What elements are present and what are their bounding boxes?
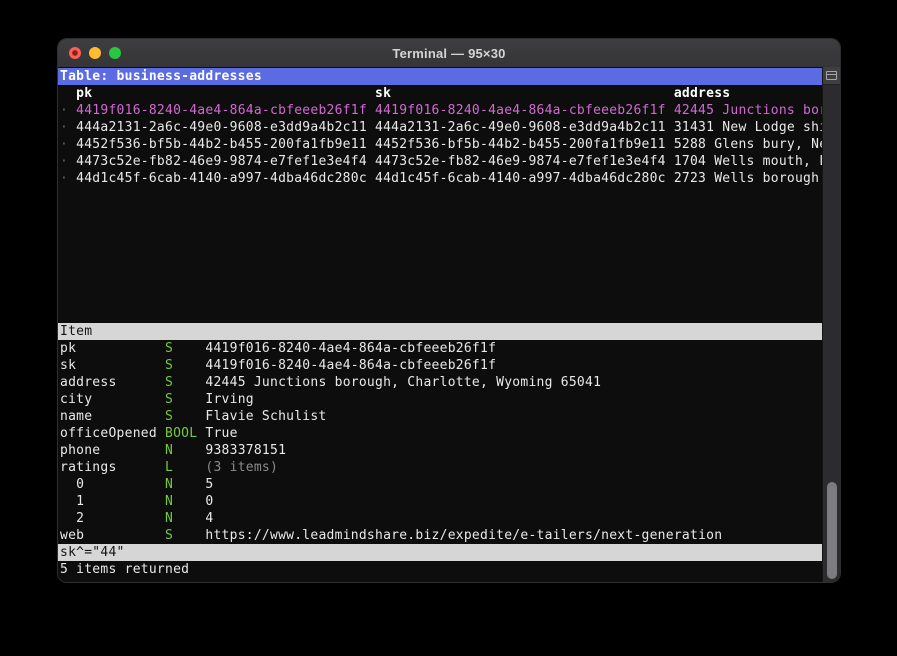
scrollbar-thumb[interactable] xyxy=(827,482,837,579)
window-titlebar[interactable]: Terminal — 95×30 xyxy=(58,39,840,68)
filter-bar[interactable]: sk^="44" xyxy=(58,544,822,561)
table-row-4[interactable]: · 44d1c45f-6cab-4140-a997-4dba46dc280c 4… xyxy=(60,170,822,187)
split-pane-icon xyxy=(826,71,837,80)
close-button[interactable] xyxy=(69,47,81,59)
item-attribute-row-sk: sk S 4419f016-8240-4ae4-864a-cbfeeeb26f1… xyxy=(60,357,822,374)
item-attribute-row-address: address S 42445 Junctions borough, Charl… xyxy=(60,374,822,391)
item-attribute-row-2: 2 N 4 xyxy=(60,510,822,527)
window-title: Terminal — 95×30 xyxy=(392,46,505,61)
item-section-header: Item xyxy=(58,323,822,340)
desktop-background: Terminal — 95×30 Table: business-address… xyxy=(0,0,897,656)
scrollbar-track[interactable] xyxy=(822,67,840,582)
table-row-0[interactable]: · 4419f016-8240-4ae4-864a-cbfeeeb26f1f 4… xyxy=(60,102,822,119)
empty-row xyxy=(60,255,822,272)
empty-row xyxy=(60,306,822,323)
item-attribute-row-1: 1 N 0 xyxy=(60,493,822,510)
item-attribute-row-web: web S https://www.leadmindshare.biz/expe… xyxy=(60,527,822,544)
item-attribute-row-ratings: ratings L (3 items) xyxy=(60,459,822,476)
zoom-button[interactable] xyxy=(109,47,121,59)
item-attribute-row-city: city S Irving xyxy=(60,391,822,408)
empty-row xyxy=(60,289,822,306)
terminal-content: Table: business-addresses pk sk address·… xyxy=(58,67,840,582)
empty-row xyxy=(60,238,822,255)
table-row-2[interactable]: · 4452f536-bf5b-44b2-b455-200fa1fb9e11 4… xyxy=(60,136,822,153)
item-attribute-row-officeOpened: officeOpened BOOL True xyxy=(60,425,822,442)
table-column-header: pk sk address xyxy=(60,85,822,102)
item-attribute-row-phone: phone N 9383378151 xyxy=(60,442,822,459)
item-attribute-row-name: name S Flavie Schulist xyxy=(60,408,822,425)
split-pane-button[interactable] xyxy=(823,67,840,85)
table-row-1[interactable]: · 444a2131-2a6c-49e0-9608-e3dd9a4b2c11 4… xyxy=(60,119,822,136)
table-row-3[interactable]: · 4473c52e-fb82-46e9-9874-e7fef1e3e4f4 4… xyxy=(60,153,822,170)
item-attribute-row-0: 0 N 5 xyxy=(60,476,822,493)
minimize-button[interactable] xyxy=(89,47,101,59)
item-attribute-row-pk: pk S 4419f016-8240-4ae4-864a-cbfeeeb26f1… xyxy=(60,340,822,357)
status-line: 5 items returned xyxy=(60,561,822,578)
empty-row xyxy=(60,204,822,221)
empty-row xyxy=(60,221,822,238)
traffic-lights xyxy=(69,39,121,67)
empty-row xyxy=(60,187,822,204)
table-title-bar: Table: business-addresses xyxy=(58,68,822,85)
empty-row xyxy=(60,272,822,289)
terminal-window: Terminal — 95×30 Table: business-address… xyxy=(57,38,841,583)
terminal-screen[interactable]: Table: business-addresses pk sk address·… xyxy=(58,67,822,582)
